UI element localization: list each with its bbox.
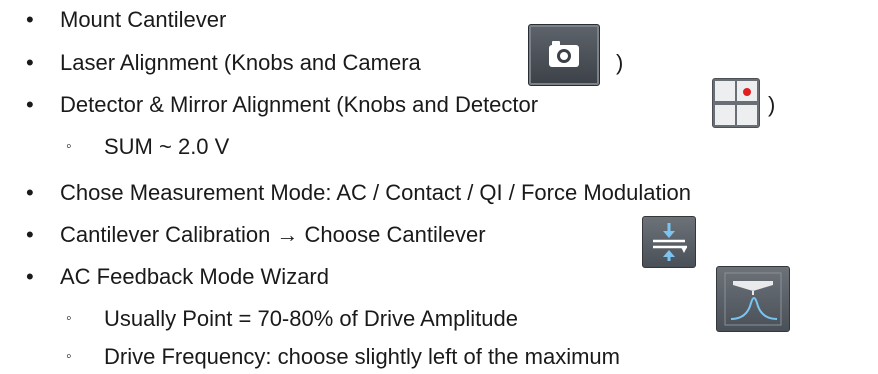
bullet-marker: • [26,50,34,75]
sub-bullet-marker: ◦ [66,348,72,365]
bullet-marker: • [26,222,34,247]
list-item-detector-mirror-alignment: Detector & Mirror Alignment (Knobs and D… [60,92,539,117]
cantilever-calibration-button[interactable] [642,216,696,268]
list-item-mount-cantilever: Mount Cantilever [60,7,227,32]
list-item-usually-point: Usually Point = 70-80% of Drive Amplitud… [104,306,518,331]
camera-icon [549,41,579,67]
closing-paren: ) [768,92,776,117]
ac-feedback-wizard-button[interactable] [716,266,790,332]
closing-paren: ) [616,50,624,75]
list-item-drive-frequency: Drive Frequency: choose slightly left of… [104,344,620,369]
list-item-cantilever-calibration: Cantilever Calibration → Choose Cantilev… [60,222,486,247]
bullet-marker: • [26,180,34,205]
bullet-marker: • [26,7,34,32]
detector-button[interactable] [712,78,760,128]
list-item-laser-alignment: Laser Alignment (Knobs and Camera [60,50,421,75]
sub-bullet-marker: ◦ [66,138,72,155]
bullet-marker: • [26,264,34,289]
bullet-marker: • [26,92,34,117]
list-item-measurement-mode: Chose Measurement Mode: AC / Contact / Q… [60,180,691,205]
camera-button[interactable] [528,24,600,86]
list-item-ac-feedback-wizard: AC Feedback Mode Wizard [60,264,329,289]
resonance-peak-icon [724,272,782,326]
detector-grid-icon [715,81,757,125]
cantilever-calibration-icon [653,223,687,261]
list-item-sum-value: SUM ~ 2.0 V [104,134,230,159]
sub-bullet-marker: ◦ [66,310,72,327]
